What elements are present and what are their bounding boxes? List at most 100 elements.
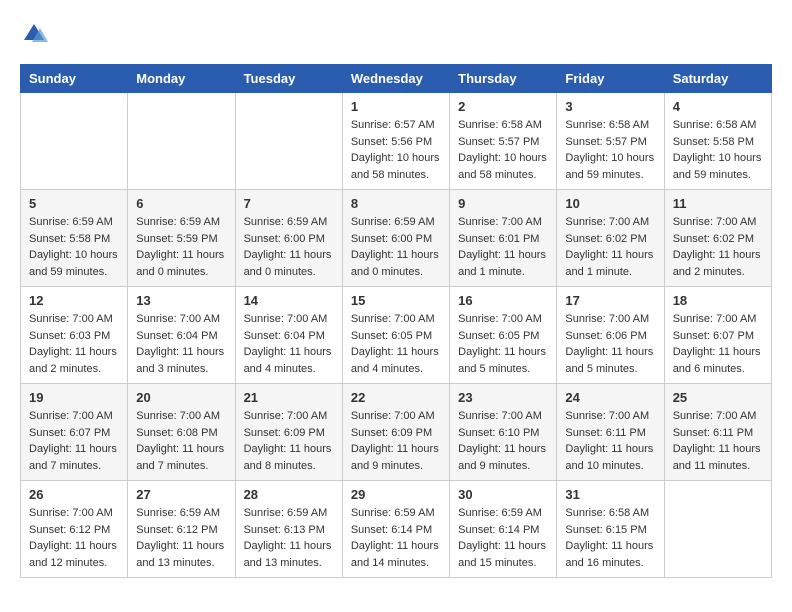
weekday-header-row: SundayMondayTuesdayWednesdayThursdayFrid… [21,65,772,93]
day-number: 18 [673,293,763,308]
day-info: Sunrise: 7:00 AMSunset: 6:04 PMDaylight:… [244,311,334,377]
day-info: Sunrise: 6:59 AMSunset: 5:58 PMDaylight:… [29,214,119,280]
day-info: Sunrise: 7:00 AMSunset: 6:10 PMDaylight:… [458,408,548,474]
day-info: Sunrise: 6:59 AMSunset: 6:14 PMDaylight:… [458,505,548,571]
day-number: 23 [458,390,548,405]
calendar-day-cell: 21 Sunrise: 7:00 AMSunset: 6:09 PMDayligh… [235,384,342,481]
day-info: Sunrise: 7:00 AMSunset: 6:11 PMDaylight:… [673,408,763,474]
day-number: 6 [136,196,226,211]
day-number: 4 [673,99,763,114]
calendar-day-cell: 14 Sunrise: 7:00 AMSunset: 6:04 PMDayligh… [235,287,342,384]
calendar-day-cell: 12 Sunrise: 7:00 AMSunset: 6:03 PMDayligh… [21,287,128,384]
day-number: 8 [351,196,441,211]
weekday-header: Friday [557,65,664,93]
day-number: 30 [458,487,548,502]
day-info: Sunrise: 6:58 AMSunset: 5:57 PMDaylight:… [458,117,548,183]
calendar-day-cell: 22 Sunrise: 7:00 AMSunset: 6:09 PMDayligh… [342,384,449,481]
day-info: Sunrise: 6:59 AMSunset: 6:14 PMDaylight:… [351,505,441,571]
calendar-day-cell: 7 Sunrise: 6:59 AMSunset: 6:00 PMDaylight… [235,190,342,287]
day-info: Sunrise: 6:58 AMSunset: 5:58 PMDaylight:… [673,117,763,183]
day-info: Sunrise: 7:00 AMSunset: 6:05 PMDaylight:… [351,311,441,377]
calendar-week-row: 26 Sunrise: 7:00 AMSunset: 6:12 PMDayligh… [21,481,772,578]
calendar-day-cell: 20 Sunrise: 7:00 AMSunset: 6:08 PMDayligh… [128,384,235,481]
calendar-day-cell: 25Sunrise: 7:00 AMSunset: 6:11 PMDayligh… [664,384,771,481]
calendar-day-cell: 28 Sunrise: 6:59 AMSunset: 6:13 PMDayligh… [235,481,342,578]
day-info: Sunrise: 6:59 AMSunset: 6:12 PMDaylight:… [136,505,226,571]
calendar-day-cell: 26 Sunrise: 7:00 AMSunset: 6:12 PMDayligh… [21,481,128,578]
day-number: 17 [565,293,655,308]
calendar-week-row: 5 Sunrise: 6:59 AMSunset: 5:58 PMDaylight… [21,190,772,287]
day-number: 2 [458,99,548,114]
calendar-day-cell [128,93,235,190]
calendar-day-cell [21,93,128,190]
day-info: Sunrise: 6:59 AMSunset: 6:00 PMDaylight:… [244,214,334,280]
day-info: Sunrise: 7:00 AMSunset: 6:08 PMDaylight:… [136,408,226,474]
day-info: Sunrise: 7:00 AMSunset: 6:09 PMDaylight:… [244,408,334,474]
day-info: Sunrise: 7:00 AMSunset: 6:02 PMDaylight:… [673,214,763,280]
day-number: 27 [136,487,226,502]
day-number: 11 [673,196,763,211]
calendar-day-cell: 15 Sunrise: 7:00 AMSunset: 6:05 PMDayligh… [342,287,449,384]
day-number: 26 [29,487,119,502]
day-number: 19 [29,390,119,405]
day-info: Sunrise: 7:00 AMSunset: 6:01 PMDaylight:… [458,214,548,280]
weekday-header: Sunday [21,65,128,93]
day-info: Sunrise: 6:59 AMSunset: 6:13 PMDaylight:… [244,505,334,571]
calendar-day-cell: 1 Sunrise: 6:57 AMSunset: 5:56 PMDaylight… [342,93,449,190]
day-number: 12 [29,293,119,308]
calendar-day-cell: 29Sunrise: 6:59 AMSunset: 6:14 PMDayligh… [342,481,449,578]
calendar-day-cell: 6 Sunrise: 6:59 AMSunset: 5:59 PMDaylight… [128,190,235,287]
day-number: 16 [458,293,548,308]
calendar-day-cell [235,93,342,190]
day-number: 22 [351,390,441,405]
calendar-day-cell: 4 Sunrise: 6:58 AMSunset: 5:58 PMDaylight… [664,93,771,190]
day-number: 7 [244,196,334,211]
calendar-day-cell: 8 Sunrise: 6:59 AMSunset: 6:00 PMDaylight… [342,190,449,287]
weekday-header: Saturday [664,65,771,93]
calendar-day-cell: 27 Sunrise: 6:59 AMSunset: 6:12 PMDayligh… [128,481,235,578]
day-info: Sunrise: 7:00 AMSunset: 6:12 PMDaylight:… [29,505,119,571]
day-number: 21 [244,390,334,405]
calendar-table: SundayMondayTuesdayWednesdayThursdayFrid… [20,64,772,578]
day-number: 1 [351,99,441,114]
day-info: Sunrise: 6:58 AMSunset: 6:15 PMDaylight:… [565,505,655,571]
day-number: 10 [565,196,655,211]
calendar-week-row: 1 Sunrise: 6:57 AMSunset: 5:56 PMDaylight… [21,93,772,190]
day-info: Sunrise: 6:58 AMSunset: 5:57 PMDaylight:… [565,117,655,183]
weekday-header: Wednesday [342,65,449,93]
calendar-week-row: 12 Sunrise: 7:00 AMSunset: 6:03 PMDayligh… [21,287,772,384]
logo [20,20,52,48]
calendar-week-row: 19 Sunrise: 7:00 AMSunset: 6:07 PMDayligh… [21,384,772,481]
weekday-header: Tuesday [235,65,342,93]
day-number: 3 [565,99,655,114]
day-info: Sunrise: 7:00 AMSunset: 6:04 PMDaylight:… [136,311,226,377]
day-info: Sunrise: 7:00 AMSunset: 6:11 PMDaylight:… [565,408,655,474]
day-info: Sunrise: 7:00 AMSunset: 6:03 PMDaylight:… [29,311,119,377]
logo-icon [20,20,48,48]
calendar-day-cell: 9Sunrise: 7:00 AMSunset: 6:01 PMDaylight… [450,190,557,287]
calendar-day-cell: 2 Sunrise: 6:58 AMSunset: 5:57 PMDaylight… [450,93,557,190]
calendar-day-cell: 13Sunrise: 7:00 AMSunset: 6:04 PMDayligh… [128,287,235,384]
page-header [20,20,772,48]
day-info: Sunrise: 7:00 AMSunset: 6:07 PMDaylight:… [29,408,119,474]
day-number: 15 [351,293,441,308]
calendar-day-cell: 16Sunrise: 7:00 AMSunset: 6:05 PMDayligh… [450,287,557,384]
weekday-header: Monday [128,65,235,93]
day-info: Sunrise: 7:00 AMSunset: 6:02 PMDaylight:… [565,214,655,280]
calendar-day-cell: 10 Sunrise: 7:00 AMSunset: 6:02 PMDayligh… [557,190,664,287]
calendar-day-cell: 31Sunrise: 6:58 AMSunset: 6:15 PMDayligh… [557,481,664,578]
day-number: 14 [244,293,334,308]
day-number: 20 [136,390,226,405]
day-info: Sunrise: 6:59 AMSunset: 5:59 PMDaylight:… [136,214,226,280]
calendar-day-cell: 23 Sunrise: 7:00 AMSunset: 6:10 PMDayligh… [450,384,557,481]
day-info: Sunrise: 6:59 AMSunset: 6:00 PMDaylight:… [351,214,441,280]
calendar-day-cell: 19 Sunrise: 7:00 AMSunset: 6:07 PMDayligh… [21,384,128,481]
day-number: 28 [244,487,334,502]
day-info: Sunrise: 7:00 AMSunset: 6:09 PMDaylight:… [351,408,441,474]
calendar-day-cell: 18Sunrise: 7:00 AMSunset: 6:07 PMDayligh… [664,287,771,384]
calendar-day-cell: 24Sunrise: 7:00 AMSunset: 6:11 PMDayligh… [557,384,664,481]
calendar-day-cell: 3 Sunrise: 6:58 AMSunset: 5:57 PMDaylight… [557,93,664,190]
day-number: 5 [29,196,119,211]
day-info: Sunrise: 6:57 AMSunset: 5:56 PMDaylight:… [351,117,441,183]
calendar-day-cell: 5 Sunrise: 6:59 AMSunset: 5:58 PMDaylight… [21,190,128,287]
